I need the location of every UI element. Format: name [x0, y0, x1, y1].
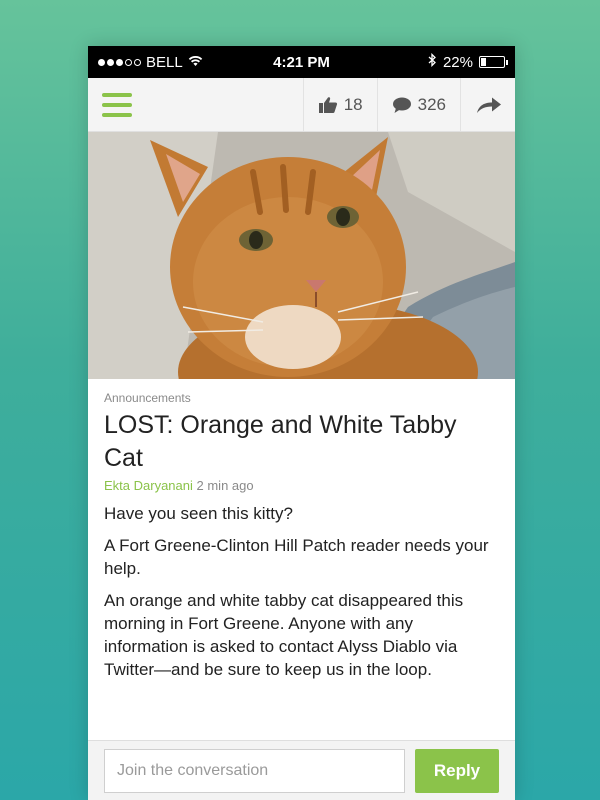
cat-illustration [88, 132, 515, 379]
article-body: Announcements LOST: Orange and White Tab… [88, 379, 515, 681]
reply-button[interactable]: Reply [415, 748, 499, 793]
share-arrow-icon [475, 96, 503, 114]
menu-button[interactable] [88, 78, 146, 131]
article-category[interactable]: Announcements [104, 391, 499, 405]
phone-screen: BELL 4:21 PM 22% 18 326 Announcements LO… [88, 46, 515, 800]
bluetooth-icon [428, 52, 437, 71]
wifi-icon [188, 54, 203, 71]
like-count: 18 [343, 94, 363, 114]
status-left: BELL [98, 54, 203, 71]
signal-strength-icon [98, 58, 141, 66]
article-paragraph: An orange and white tabby cat disappeare… [104, 591, 464, 679]
reply-bar: Reply [88, 740, 515, 800]
comments-button[interactable]: 326 [376, 78, 460, 131]
comment-count: 326 [417, 94, 446, 114]
post-time: 2 min ago [196, 478, 254, 493]
share-button[interactable] [460, 78, 515, 131]
article-title: LOST: Orange and White Tabby Cat [104, 411, 457, 472]
author-name[interactable]: Ekta Daryanani [104, 478, 193, 493]
status-right: 22% [428, 52, 508, 71]
hamburger-icon [102, 92, 132, 117]
like-button[interactable]: 18 [302, 78, 377, 131]
battery-percent: 22% [442, 53, 473, 71]
article-paragraph: Have you seen this kitty? [104, 504, 293, 523]
carrier-name: BELL [146, 53, 183, 71]
status-bar: BELL 4:21 PM 22% [88, 46, 515, 78]
speech-bubble-icon [392, 96, 412, 114]
article-byline: Ekta Daryanani 2 min ago [104, 478, 499, 493]
article-paragraph: A Fort Greene-Clinton Hill Patch reader … [104, 536, 489, 578]
battery-icon [479, 56, 508, 68]
thumbs-up-icon [318, 96, 338, 114]
top-toolbar: 18 326 [88, 78, 515, 132]
comment-input[interactable] [104, 748, 405, 793]
cat-photo [88, 132, 515, 379]
